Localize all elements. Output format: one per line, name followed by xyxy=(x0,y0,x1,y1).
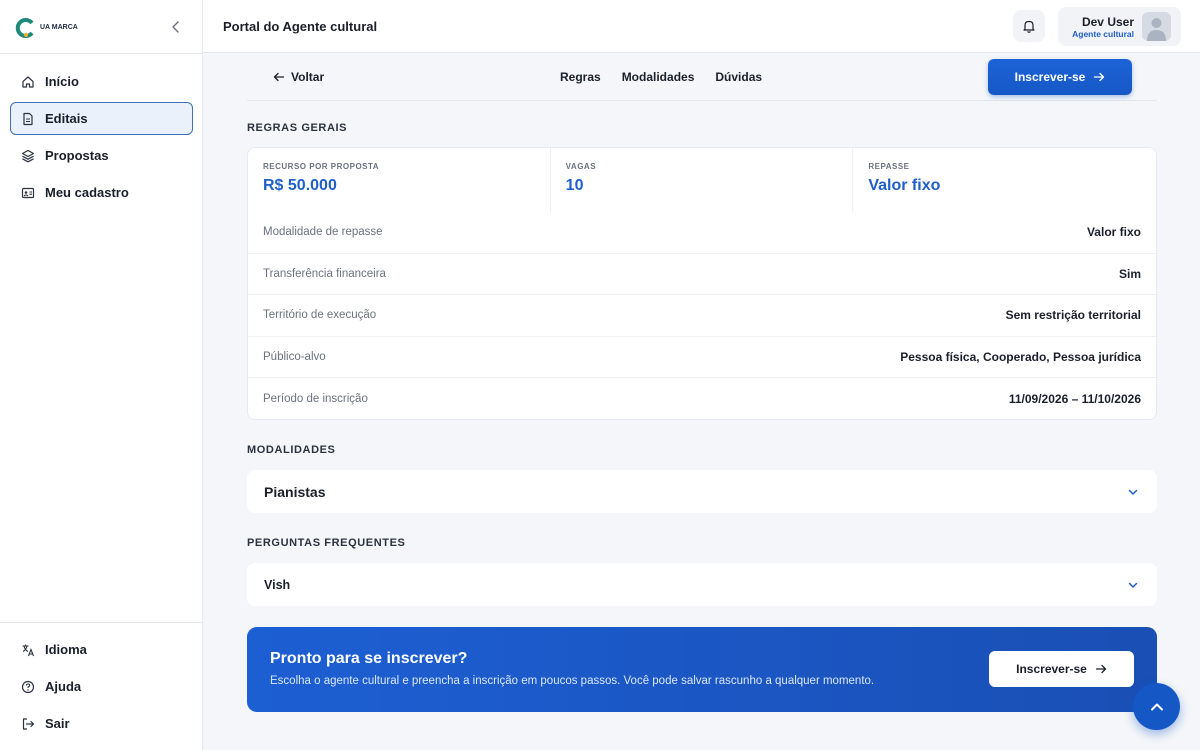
sidebar-item-label: Idioma xyxy=(45,642,87,657)
document-icon xyxy=(21,112,35,126)
page-title: Portal do Agente cultural xyxy=(223,19,378,34)
rules-rows: Modalidade de repasse Valor fixo Transfe… xyxy=(248,212,1156,420)
sidebar-item-label: Início xyxy=(45,74,79,89)
user-name: Dev User xyxy=(1081,15,1134,29)
id-card-icon xyxy=(21,186,35,200)
sidebar-item-propostas[interactable]: Propostas xyxy=(10,139,193,172)
sidebar-item-label: Editais xyxy=(45,111,88,126)
rule-value: Valor fixo xyxy=(1086,225,1141,240)
rules-stats: RECURSO POR PROPOSTA R$ 50.000 VAGAS 10 … xyxy=(248,148,1156,212)
sidebar-item-sair[interactable]: Sair xyxy=(10,707,193,740)
sidebar-item-label: Propostas xyxy=(45,148,109,163)
arrow-right-icon xyxy=(1095,663,1107,675)
rule-label: Território de execução xyxy=(263,309,377,322)
layers-icon xyxy=(21,149,35,163)
sidebar-item-label: Meu cadastro xyxy=(45,185,129,200)
sidebar-nav: Início Editais Propostas Meu cadastro xyxy=(10,65,193,213)
stat-label: RECURSO POR PROPOSTA xyxy=(263,162,380,171)
tab-duvidas[interactable]: Dúvidas xyxy=(715,70,762,84)
rule-row: Período de inscrição 11/09/2026 – 11/10/… xyxy=(248,378,1156,420)
rule-row: Território de execução Sem restrição ter… xyxy=(248,295,1156,337)
rule-label: Modalidade de repasse xyxy=(263,226,383,239)
chevron-down-icon xyxy=(1126,578,1140,592)
sidebar-item-editais[interactable]: Editais xyxy=(10,102,193,135)
sidebar-item-meu-cadastro[interactable]: Meu cadastro xyxy=(10,176,193,209)
notifications-button[interactable] xyxy=(1013,10,1045,42)
sidebar-divider xyxy=(0,53,202,54)
logout-icon xyxy=(21,717,35,731)
sidebar: UA MARCA Início Editais Propostas Meu ca… xyxy=(0,0,203,750)
scroll-to-top-button[interactable] xyxy=(1133,683,1180,730)
faq-question: Vish xyxy=(264,577,291,592)
section-tabs: Regras Modalidades Dúvidas xyxy=(560,70,762,84)
sidebar-item-ajuda[interactable]: Ajuda xyxy=(10,670,193,703)
chevron-down-icon xyxy=(1126,485,1140,499)
brand-logo-icon xyxy=(15,18,34,38)
sidebar-footer-divider xyxy=(0,622,202,623)
rule-value: Pessoa física, Cooperado, Pessoa jurídic… xyxy=(900,350,1141,365)
sidebar-item-idioma[interactable]: Idioma xyxy=(10,633,193,666)
rule-row: Modalidade de repasse Valor fixo xyxy=(248,212,1156,254)
sidebar-item-inicio[interactable]: Início xyxy=(10,65,193,98)
top-header: Portal do Agente cultural Dev User Agent… xyxy=(203,0,1200,53)
sidebar-item-label: Sair xyxy=(45,716,70,731)
translate-icon xyxy=(21,643,35,657)
modalidade-label: Pianistas xyxy=(264,483,326,500)
sidebar-footer-nav: Idioma Ajuda Sair xyxy=(10,633,193,744)
main-content: Voltar Regras Modalidades Dúvidas Inscre… xyxy=(247,53,1157,712)
help-circle-icon xyxy=(21,680,35,694)
avatar xyxy=(1142,12,1171,41)
subscribe-label: Inscrever-se xyxy=(1014,70,1086,84)
stat-value: 10 xyxy=(565,177,584,194)
tab-modalidades[interactable]: Modalidades xyxy=(622,70,695,84)
rule-row: Público-alvo Pessoa física, Cooperado, P… xyxy=(248,337,1156,379)
faq-accordion[interactable]: Vish xyxy=(247,563,1157,606)
faq-section-title: PERGUNTAS FREQUENTES xyxy=(247,537,406,549)
modalidade-accordion[interactable]: Pianistas xyxy=(247,470,1157,513)
brand-logo[interactable]: UA MARCA xyxy=(14,16,78,40)
brand-name: UA MARCA xyxy=(40,24,78,31)
back-button[interactable]: Voltar xyxy=(273,70,324,84)
cta-subscribe-button[interactable]: Inscrever-se xyxy=(989,651,1134,687)
rule-row: Transferência financeira Sim xyxy=(248,254,1156,296)
stat-label: VAGAS xyxy=(565,162,597,171)
stat-recurso: RECURSO POR PROPOSTA R$ 50.000 xyxy=(248,148,551,212)
user-role: Agente cultural xyxy=(1072,29,1134,39)
arrow-right-icon xyxy=(1093,71,1105,83)
stat-vagas: VAGAS 10 xyxy=(551,148,854,212)
rule-value: Sim xyxy=(1118,266,1141,281)
sub-navigation: Voltar Regras Modalidades Dúvidas Inscre… xyxy=(247,53,1157,101)
rules-card: RECURSO POR PROPOSTA R$ 50.000 VAGAS 10 … xyxy=(247,147,1157,420)
rule-label: Transferência financeira xyxy=(263,267,386,280)
subscribe-button[interactable]: Inscrever-se xyxy=(988,59,1132,95)
tab-regras[interactable]: Regras xyxy=(560,70,601,84)
cta-text: Escolha o agente cultural e preencha a i… xyxy=(270,675,875,687)
sidebar-item-label: Ajuda xyxy=(45,679,82,694)
rule-label: Público-alvo xyxy=(263,351,326,364)
chevron-up-icon xyxy=(1148,698,1166,716)
bell-icon xyxy=(1021,18,1037,34)
rules-section-title: REGRAS GERAIS xyxy=(247,122,348,134)
stat-value: R$ 50.000 xyxy=(263,177,337,194)
stat-value: Valor fixo xyxy=(868,177,941,194)
rule-value: Sem restrição territorial xyxy=(1005,308,1141,323)
rule-value: 11/09/2026 – 11/10/2026 xyxy=(1008,392,1141,407)
cta-subscribe-label: Inscrever-se xyxy=(1016,662,1087,676)
rule-label: Período de inscrição xyxy=(263,393,368,406)
back-label: Voltar xyxy=(291,70,325,84)
chevron-left-icon[interactable] xyxy=(167,18,185,36)
user-menu[interactable]: Dev User Agente cultural xyxy=(1058,7,1181,46)
stat-repasse: REPASSE Valor fixo xyxy=(853,148,1156,212)
arrow-left-icon xyxy=(273,71,285,83)
cta-title: Pronto para se inscrever? xyxy=(270,650,468,667)
subscribe-cta-banner: Pronto para se inscrever? Escolha o agen… xyxy=(247,627,1157,712)
modalidades-section-title: MODALIDADES xyxy=(247,444,336,456)
home-icon xyxy=(21,75,35,89)
stat-label: REPASSE xyxy=(868,162,910,171)
